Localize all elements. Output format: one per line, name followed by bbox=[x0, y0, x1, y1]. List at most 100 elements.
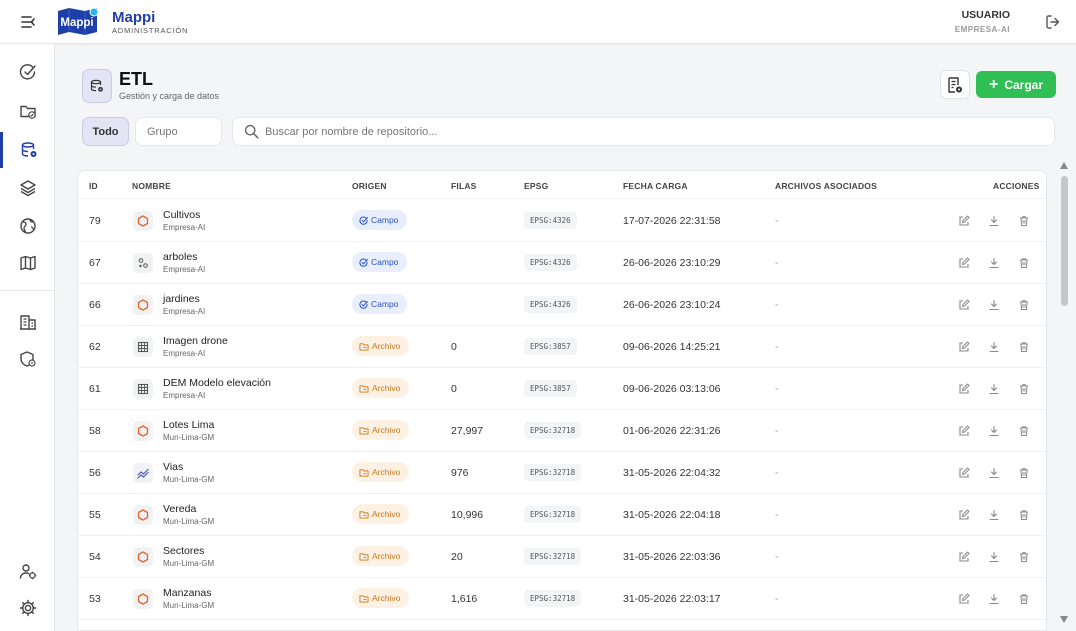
edit-icon[interactable] bbox=[957, 298, 971, 312]
header-rows[interactable]: FILAS bbox=[451, 181, 477, 191]
download-icon[interactable] bbox=[987, 424, 1001, 438]
download-icon[interactable] bbox=[987, 550, 1001, 564]
table-row[interactable]: 58 Lotes Lima Mun-Lima-GM Archivo 27,997 EPSG… bbox=[78, 410, 1046, 452]
edit-icon[interactable] bbox=[957, 256, 971, 270]
scroll-up-arrow-icon[interactable] bbox=[1060, 162, 1068, 169]
top-bar: Mappi Mappi ADMINISTRACIÓN USUARIO EMPRE… bbox=[0, 0, 1076, 44]
download-icon[interactable] bbox=[987, 256, 1001, 270]
row-name[interactable]: Manzanas bbox=[163, 587, 211, 599]
database-settings-icon bbox=[90, 79, 103, 92]
sidebar-item-organizations[interactable] bbox=[0, 304, 55, 340]
row-name[interactable]: Sectores bbox=[163, 545, 204, 557]
upload-date: 31-05-2026 22:04:18 bbox=[623, 509, 721, 521]
row-name[interactable]: Lotes Lima bbox=[163, 419, 214, 431]
scrollbar[interactable] bbox=[1058, 158, 1072, 631]
table-row[interactable]: 55 Vereda Mun-Lima-GM Archivo 10,996 EPSG:327… bbox=[78, 494, 1046, 536]
scroll-thumb[interactable] bbox=[1061, 176, 1068, 306]
edit-icon[interactable] bbox=[957, 340, 971, 354]
group-filter[interactable]: Grupo bbox=[135, 117, 222, 146]
row-name[interactable]: Cultivos bbox=[163, 209, 200, 221]
folder-icon bbox=[359, 342, 369, 351]
edit-icon[interactable] bbox=[957, 592, 971, 606]
trash-icon[interactable] bbox=[1017, 550, 1031, 564]
row-id: 53 bbox=[89, 593, 101, 605]
sidebar-item-etl[interactable] bbox=[0, 132, 55, 168]
trash-icon[interactable] bbox=[1017, 340, 1031, 354]
sidebar-item-globe[interactable] bbox=[0, 208, 55, 244]
header-origin[interactable]: ORIGEN bbox=[352, 181, 387, 191]
row-name[interactable]: DEM Modelo elevación bbox=[163, 377, 271, 389]
origin-label: Archivo bbox=[372, 341, 401, 351]
sidebar-item-map[interactable] bbox=[0, 245, 55, 281]
table-row[interactable]: 67 arboles Empresa-AI Campo EPSG:4326 26-06-2… bbox=[78, 242, 1046, 284]
edit-icon[interactable] bbox=[957, 466, 971, 480]
report-button[interactable] bbox=[940, 70, 970, 99]
trash-icon[interactable] bbox=[1017, 256, 1031, 270]
header-epsg[interactable]: EPSG bbox=[524, 181, 548, 191]
row-name[interactable]: jardines bbox=[163, 293, 200, 305]
edit-icon[interactable] bbox=[957, 424, 971, 438]
header-name[interactable]: NOMBRE bbox=[132, 181, 171, 191]
scroll-down-arrow-icon[interactable] bbox=[1060, 616, 1068, 623]
origin-badge: Campo bbox=[352, 210, 407, 230]
download-icon[interactable] bbox=[987, 592, 1001, 606]
table-row[interactable]: 56 Vias Mun-Lima-GM Archivo 976 EPSG:32718 31-… bbox=[78, 452, 1046, 494]
raster-icon bbox=[133, 337, 153, 357]
origin-badge: Archivo bbox=[352, 336, 409, 356]
row-organization: Empresa-AI bbox=[163, 223, 206, 232]
sidebar-item-tasks[interactable] bbox=[0, 54, 55, 90]
filter-all-button[interactable]: Todo bbox=[82, 117, 129, 146]
row-name[interactable]: Vias bbox=[163, 461, 183, 473]
table-row[interactable]: 54 Sectores Mun-Lima-GM Archivo 20 EPSG:32718… bbox=[78, 536, 1046, 578]
logout-icon[interactable] bbox=[1042, 12, 1064, 32]
epsg-badge: EPSG:32718 bbox=[524, 506, 582, 523]
sidebar-item-users[interactable] bbox=[0, 553, 55, 589]
sidebar-item-layers[interactable] bbox=[0, 170, 55, 206]
associated-files: - bbox=[775, 215, 779, 227]
map-icon bbox=[19, 255, 36, 271]
upload-button[interactable]: + Cargar bbox=[976, 71, 1056, 98]
trash-icon[interactable] bbox=[1017, 466, 1031, 480]
polygon-icon bbox=[133, 505, 153, 525]
table-row[interactable]: 79 Cultivos Empresa-AI Campo EPSG:4326 17-07-… bbox=[78, 200, 1046, 242]
search-input[interactable] bbox=[265, 125, 1025, 138]
user-name[interactable]: USUARIO bbox=[962, 9, 1010, 21]
trash-icon[interactable] bbox=[1017, 298, 1031, 312]
collapse-menu-icon[interactable] bbox=[18, 12, 40, 32]
edit-icon[interactable] bbox=[957, 214, 971, 228]
row-name[interactable]: arboles bbox=[163, 251, 197, 263]
row-name[interactable]: Vereda bbox=[163, 503, 196, 515]
etl-table: ID NOMBRE ORIGEN FILAS EPSG FECHA CARGA … bbox=[77, 170, 1047, 631]
table-row[interactable]: 61 DEM Modelo elevación Empresa-AI Archivo 0… bbox=[78, 368, 1046, 410]
origin-badge: Archivo bbox=[352, 588, 409, 608]
sidebar-item-security[interactable] bbox=[0, 341, 55, 377]
download-icon[interactable] bbox=[987, 340, 1001, 354]
table-row[interactable]: 62 Imagen drone Empresa-AI Archivo 0 EPSG:385… bbox=[78, 326, 1046, 368]
polygon-icon bbox=[133, 547, 153, 567]
sidebar-item-repositories[interactable] bbox=[0, 93, 55, 129]
table-row[interactable]: 66 jardines Empresa-AI Campo EPSG:4326 26-06-… bbox=[78, 284, 1046, 326]
header-id[interactable]: ID bbox=[89, 181, 98, 191]
edit-icon[interactable] bbox=[957, 550, 971, 564]
trash-icon[interactable] bbox=[1017, 382, 1031, 396]
trash-icon[interactable] bbox=[1017, 508, 1031, 522]
sidebar-item-settings[interactable] bbox=[0, 590, 55, 626]
trash-icon[interactable] bbox=[1017, 592, 1031, 606]
app-logo[interactable]: Mappi bbox=[57, 6, 99, 37]
download-icon[interactable] bbox=[987, 298, 1001, 312]
edit-icon[interactable] bbox=[957, 382, 971, 396]
associated-files: - bbox=[775, 341, 779, 353]
download-icon[interactable] bbox=[987, 214, 1001, 228]
trash-icon[interactable] bbox=[1017, 214, 1031, 228]
table-row[interactable]: 53 Manzanas Mun-Lima-GM Archivo 1,616 EPSG:32… bbox=[78, 578, 1046, 620]
download-icon[interactable] bbox=[987, 382, 1001, 396]
header-date[interactable]: FECHA CARGA bbox=[623, 181, 688, 191]
layers-icon bbox=[19, 180, 36, 197]
plus-icon: + bbox=[988, 75, 999, 93]
download-icon[interactable] bbox=[987, 508, 1001, 522]
trash-icon[interactable] bbox=[1017, 424, 1031, 438]
row-name[interactable]: Imagen drone bbox=[163, 335, 228, 347]
edit-icon[interactable] bbox=[957, 508, 971, 522]
associated-files: - bbox=[775, 383, 779, 395]
download-icon[interactable] bbox=[987, 466, 1001, 480]
